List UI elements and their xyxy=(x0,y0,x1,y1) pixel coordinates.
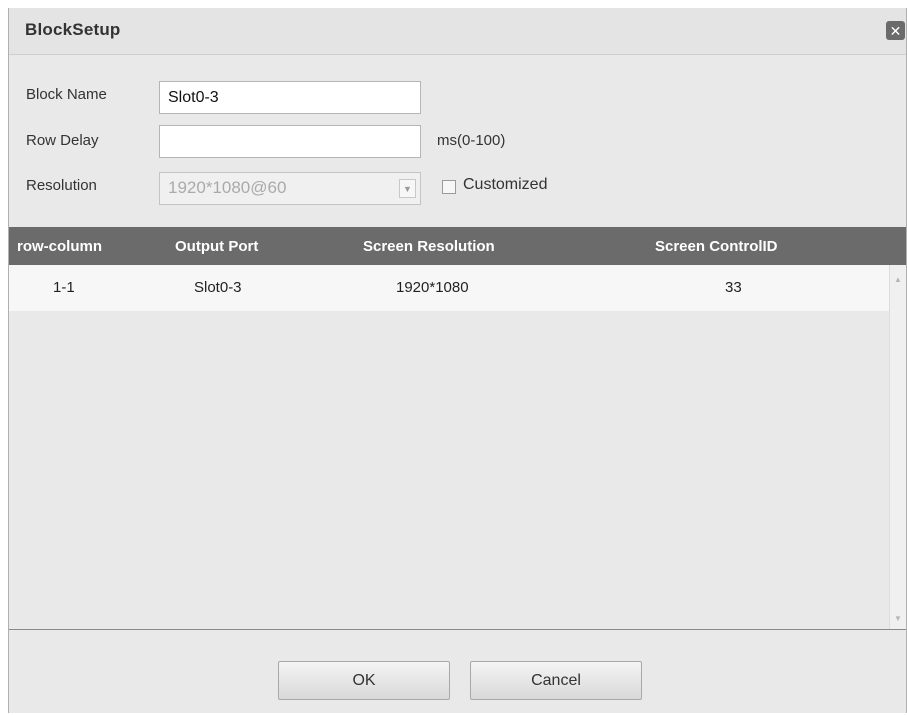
column-header-screen-controlid[interactable]: Screen ControlID xyxy=(655,238,778,255)
cell-screen-controlid: 33 xyxy=(725,279,742,296)
chevron-down-icon[interactable]: ▼ xyxy=(399,179,416,198)
block-setup-dialog: BlockSetup ✕ Block Name Row Delay ms(0-1… xyxy=(8,8,907,713)
table-row[interactable]: 1-1 Slot0-3 1920*1080 33 xyxy=(9,265,889,311)
column-header-row-column[interactable]: row-column xyxy=(17,238,102,255)
resolution-label: Resolution xyxy=(26,177,97,194)
customized-checkbox[interactable] xyxy=(442,180,456,194)
cancel-button[interactable]: Cancel xyxy=(470,661,642,700)
table-body: 1-1 Slot0-3 1920*1080 33 xyxy=(9,265,889,629)
cell-screen-resolution: 1920*1080 xyxy=(396,279,469,296)
close-button[interactable]: ✕ xyxy=(886,21,905,40)
customized-label: Customized xyxy=(463,176,548,193)
scroll-down-icon[interactable]: ▼ xyxy=(894,614,902,623)
row-delay-label: Row Delay xyxy=(26,132,99,149)
table-header: row-column Output Port Screen Resolution… xyxy=(9,227,906,265)
resolution-value: 1920*1080@60 xyxy=(168,178,287,197)
block-name-input[interactable] xyxy=(159,81,421,114)
column-header-screen-resolution[interactable]: Screen Resolution xyxy=(363,238,495,255)
block-name-label: Block Name xyxy=(26,86,107,103)
footer-divider xyxy=(9,629,906,630)
row-delay-input[interactable] xyxy=(159,125,421,158)
cell-row-column: 1-1 xyxy=(53,279,75,296)
table-scrollbar[interactable]: ▲ ▼ xyxy=(889,265,906,629)
scroll-up-icon[interactable]: ▲ xyxy=(894,275,902,284)
column-header-output-port[interactable]: Output Port xyxy=(175,238,258,255)
row-delay-unit: ms(0-100) xyxy=(437,132,506,149)
cell-output-port: Slot0-3 xyxy=(194,279,242,296)
dialog-title: BlockSetup xyxy=(25,20,121,39)
ok-button[interactable]: OK xyxy=(278,661,450,700)
resolution-select[interactable]: 1920*1080@60 ▼ xyxy=(159,172,421,205)
dialog-titlebar: BlockSetup ✕ xyxy=(9,8,906,55)
close-icon: ✕ xyxy=(889,22,902,39)
